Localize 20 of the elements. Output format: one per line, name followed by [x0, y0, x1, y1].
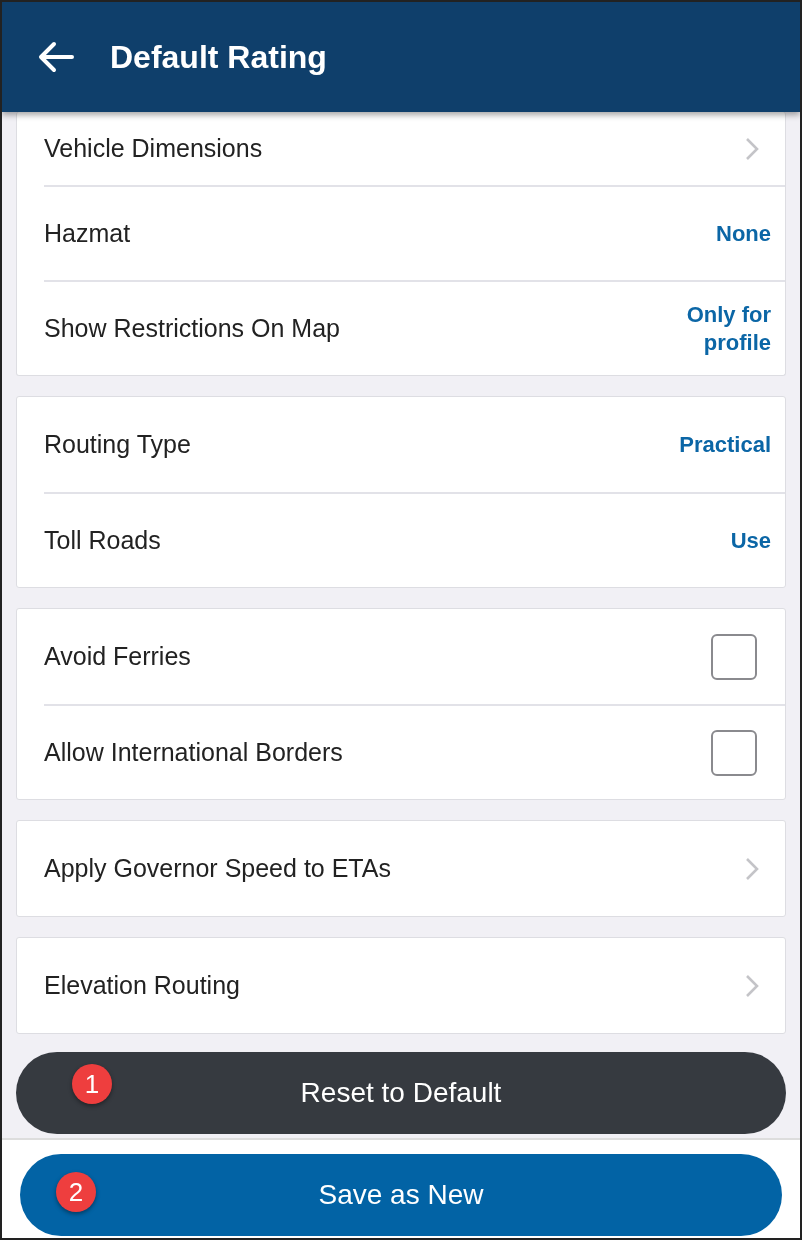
setting-value[interactable]: None — [661, 219, 771, 248]
checkbox[interactable] — [711, 633, 757, 680]
setting-label[interactable]: Apply Governor Speed to ETAs — [44, 854, 391, 883]
setting-label[interactable]: Allow International Borders — [44, 738, 343, 767]
screen-title: Default Rating — [110, 38, 327, 76]
chevron-right-icon[interactable] — [745, 973, 759, 998]
setting-label[interactable]: Routing Type — [44, 430, 191, 459]
setting-label[interactable]: Hazmat — [44, 219, 131, 248]
setting-label[interactable]: Toll Roads — [44, 526, 161, 555]
setting-value[interactable]: Only for profile — [661, 300, 771, 357]
setting-label[interactable]: Avoid Ferries — [44, 642, 191, 671]
setting-value[interactable]: Practical — [661, 430, 771, 459]
back-arrow-icon[interactable] — [38, 41, 74, 73]
setting-label[interactable]: Elevation Routing — [44, 971, 240, 1000]
setting-label[interactable]: Show Restrictions On Map — [44, 314, 340, 343]
chevron-right-icon[interactable] — [745, 136, 759, 161]
checkbox[interactable] — [711, 729, 757, 776]
setting-value[interactable]: Use — [661, 526, 771, 555]
setting-label[interactable]: Vehicle Dimensions — [44, 134, 263, 163]
chevron-right-icon[interactable] — [745, 856, 759, 881]
